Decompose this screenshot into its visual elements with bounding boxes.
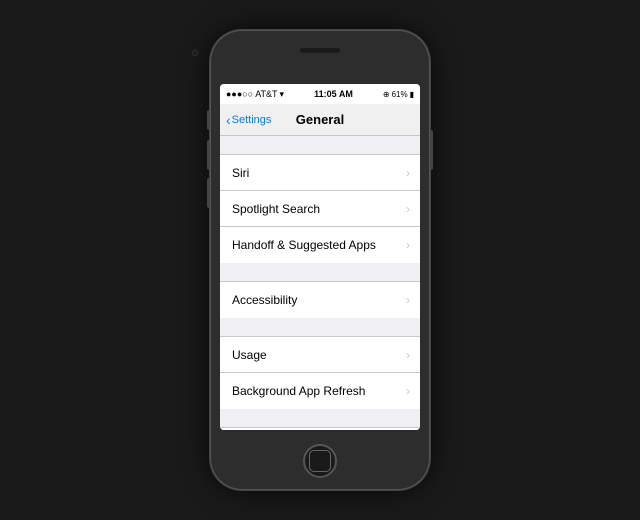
mute-button	[207, 110, 210, 130]
nav-title: General	[296, 112, 344, 127]
volume-down-button	[207, 178, 210, 208]
section-gap-top	[220, 136, 420, 154]
list-item[interactable]: Auto-Lock 1 Minute ›	[220, 428, 420, 430]
list-item[interactable]: Background App Refresh ›	[220, 373, 420, 409]
chevron-right-icon: ›	[406, 348, 410, 362]
cell-label-accessibility: Accessibility	[232, 293, 297, 307]
phone-speaker	[300, 48, 340, 53]
section-gap-2	[220, 263, 420, 281]
cell-right: ›	[406, 238, 410, 252]
nav-bar: ‹ Settings General	[220, 104, 420, 136]
cell-right: ›	[406, 348, 410, 362]
list-item[interactable]: Handoff & Suggested Apps ›	[220, 227, 420, 263]
phone-camera	[192, 50, 198, 56]
status-bar: ●●●○○ AT&T ▾ 11:05 AM ⊕ 61% ▮	[220, 84, 420, 104]
cell-label-usage: Usage	[232, 348, 267, 362]
back-button[interactable]: ‹ Settings	[226, 112, 271, 128]
cell-right: ›	[406, 202, 410, 216]
section-gap-4	[220, 409, 420, 427]
cell-label-handoff: Handoff & Suggested Apps	[232, 238, 376, 252]
cell-label-siri: Siri	[232, 166, 249, 180]
cell-label-background-app-refresh: Background App Refresh	[232, 384, 365, 398]
chevron-right-icon: ›	[406, 238, 410, 252]
section-1: Siri › Spotlight Search › Handoff & Sugg…	[220, 154, 420, 263]
cell-right: ›	[406, 293, 410, 307]
location-icon: ⊕	[383, 90, 390, 99]
home-button-inner	[309, 450, 331, 472]
list-item[interactable]: Accessibility ›	[220, 282, 420, 318]
chevron-right-icon: ›	[406, 166, 410, 180]
section-2: Accessibility ›	[220, 281, 420, 318]
chevron-right-icon: ›	[406, 384, 410, 398]
phone-frame: ●●●○○ AT&T ▾ 11:05 AM ⊕ 61% ▮ ‹ Settings…	[210, 30, 430, 490]
carrier-label: AT&T	[255, 89, 277, 99]
settings-list: Siri › Spotlight Search › Handoff & Sugg…	[220, 136, 420, 430]
list-item[interactable]: Usage ›	[220, 337, 420, 373]
home-button[interactable]	[303, 444, 337, 478]
chevron-right-icon: ›	[406, 202, 410, 216]
back-label: Settings	[232, 114, 272, 126]
cell-right: ›	[406, 166, 410, 180]
status-right: ⊕ 61% ▮	[383, 90, 414, 99]
cell-right: ›	[406, 384, 410, 398]
status-left: ●●●○○ AT&T ▾	[226, 89, 284, 100]
section-gap-3	[220, 318, 420, 336]
cell-label-spotlight: Spotlight Search	[232, 202, 320, 216]
volume-up-button	[207, 140, 210, 170]
battery-icon: ▮	[410, 90, 414, 99]
power-button	[430, 130, 433, 170]
status-time: 11:05 AM	[314, 89, 353, 99]
signal-dots: ●●●○○	[226, 89, 253, 99]
back-chevron-icon: ‹	[226, 112, 231, 128]
section-4: Auto-Lock 1 Minute › Restrictions Off ›	[220, 427, 420, 430]
phone-screen: ●●●○○ AT&T ▾ 11:05 AM ⊕ 61% ▮ ‹ Settings…	[220, 84, 420, 430]
chevron-right-icon: ›	[406, 293, 410, 307]
section-3: Usage › Background App Refresh ›	[220, 336, 420, 409]
wifi-icon: ▾	[280, 89, 285, 100]
battery-label: 61%	[392, 90, 408, 99]
list-item[interactable]: Siri ›	[220, 155, 420, 191]
list-item[interactable]: Spotlight Search ›	[220, 191, 420, 227]
